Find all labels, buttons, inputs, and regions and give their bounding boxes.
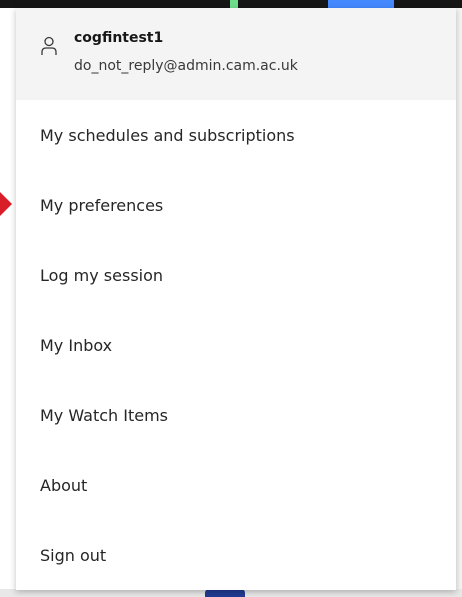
menu-item-my-preferences[interactable]: My preferences <box>16 170 456 240</box>
menu-item-log-my-session[interactable]: Log my session <box>16 240 456 310</box>
red-pointer-arrow-icon <box>0 192 12 216</box>
menu-item-my-inbox[interactable]: My Inbox <box>16 310 456 380</box>
menu-item-my-schedules-and-subscriptions[interactable]: My schedules and subscriptions <box>16 100 456 170</box>
menu-item-my-watch-items[interactable]: My Watch Items <box>16 380 456 450</box>
user-icon <box>40 36 58 56</box>
screenshot-stage: cogfintest1 do_not_reply@admin.cam.ac.uk… <box>0 0 462 597</box>
user-email: do_not_reply@admin.cam.ac.uk <box>74 58 298 74</box>
background-bottom-strip <box>0 589 462 597</box>
menu-item-sign-out[interactable]: Sign out <box>16 520 456 590</box>
user-info-header: cogfintest1 do_not_reply@admin.cam.ac.uk <box>16 8 456 100</box>
user-name: cogfintest1 <box>74 30 164 46</box>
menu-item-about[interactable]: About <box>16 450 456 520</box>
background-top-bar-segment <box>230 0 238 8</box>
background-top-bar-active-segment <box>328 0 394 8</box>
background-top-bar <box>0 0 462 8</box>
background-bottom-shape <box>205 589 245 597</box>
user-account-menu: cogfintest1 do_not_reply@admin.cam.ac.uk… <box>16 8 456 590</box>
